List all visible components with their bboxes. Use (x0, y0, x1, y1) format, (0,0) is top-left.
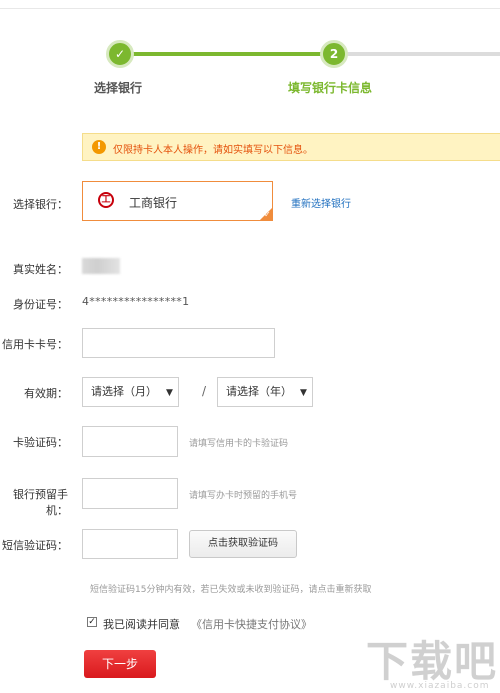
sms-code-tip: 短信验证码15分钟内有效，若已失效或未收到验证码，请点击重新获取 (90, 585, 372, 595)
next-step-button[interactable]: 下一步 (84, 650, 156, 678)
cvv-label: 卡验证码： (13, 436, 68, 449)
bank-label: 选择银行： (13, 198, 68, 211)
top-divider (0, 8, 500, 9)
id-number-label: 身份证号： (13, 298, 68, 311)
phone-label: 银行预留手机： (13, 488, 68, 517)
watermark-site: www.xiazaiba.com (390, 681, 490, 691)
notice-text: 仅限持卡人本人操作，请如实填写以下信息。 (113, 145, 313, 156)
step-progress-complete (120, 52, 334, 56)
expiry-year-select[interactable]: 请选择（年） (217, 377, 313, 407)
card-number-input[interactable] (82, 328, 275, 358)
id-number-value: 4****************1 (82, 295, 190, 308)
step-1-label: 选择银行 (94, 81, 143, 95)
agreement-link[interactable]: 《信用卡快捷支付协议》 (191, 616, 312, 632)
month-dropdown-icon: ▼ (166, 388, 173, 398)
sms-code-input[interactable] (82, 529, 178, 559)
warning-icon: ! (92, 140, 106, 154)
step-1-check-icon: ✓ (106, 40, 134, 68)
sms-code-label: 短信验证码： (2, 539, 68, 552)
icbc-logo-icon: 工 (98, 192, 114, 208)
real-name-label: 真实姓名： (13, 263, 68, 276)
reselect-bank-link[interactable]: 重新选择银行 (291, 195, 351, 210)
year-dropdown-icon: ▼ (300, 388, 307, 398)
agreement-checkbox[interactable]: ✓ (87, 617, 97, 627)
watermark-logo: 下载吧 (366, 637, 499, 686)
step-2-label: 填写银行卡信息 (288, 81, 373, 95)
expiry-month-select[interactable]: 请选择（月） (82, 377, 179, 407)
get-sms-code-button[interactable]: 点击获取验证码 (189, 530, 297, 558)
expiry-separator: / (202, 384, 207, 398)
cvv-hint: 请填写信用卡的卡验证码 (189, 439, 289, 449)
step-2-indicator: 2 (320, 40, 348, 68)
card-number-label: 信用卡卡号： (2, 338, 68, 351)
phone-input[interactable] (82, 478, 178, 509)
phone-hint: 请填写办卡时预留的手机号 (189, 491, 298, 501)
expiry-year-value: 请选择（年） (226, 385, 292, 398)
selected-check-icon: ✓ (264, 210, 271, 219)
real-name-value-redacted (82, 258, 120, 274)
expiry-month-value: 请选择（月） (91, 385, 157, 398)
cvv-input[interactable] (82, 426, 178, 457)
expiry-label: 有效期： (24, 387, 68, 400)
bank-name: 工商银行 (129, 196, 178, 210)
agreement-text: 我已阅读并同意 (103, 618, 180, 631)
step-progress-remaining (334, 52, 500, 56)
